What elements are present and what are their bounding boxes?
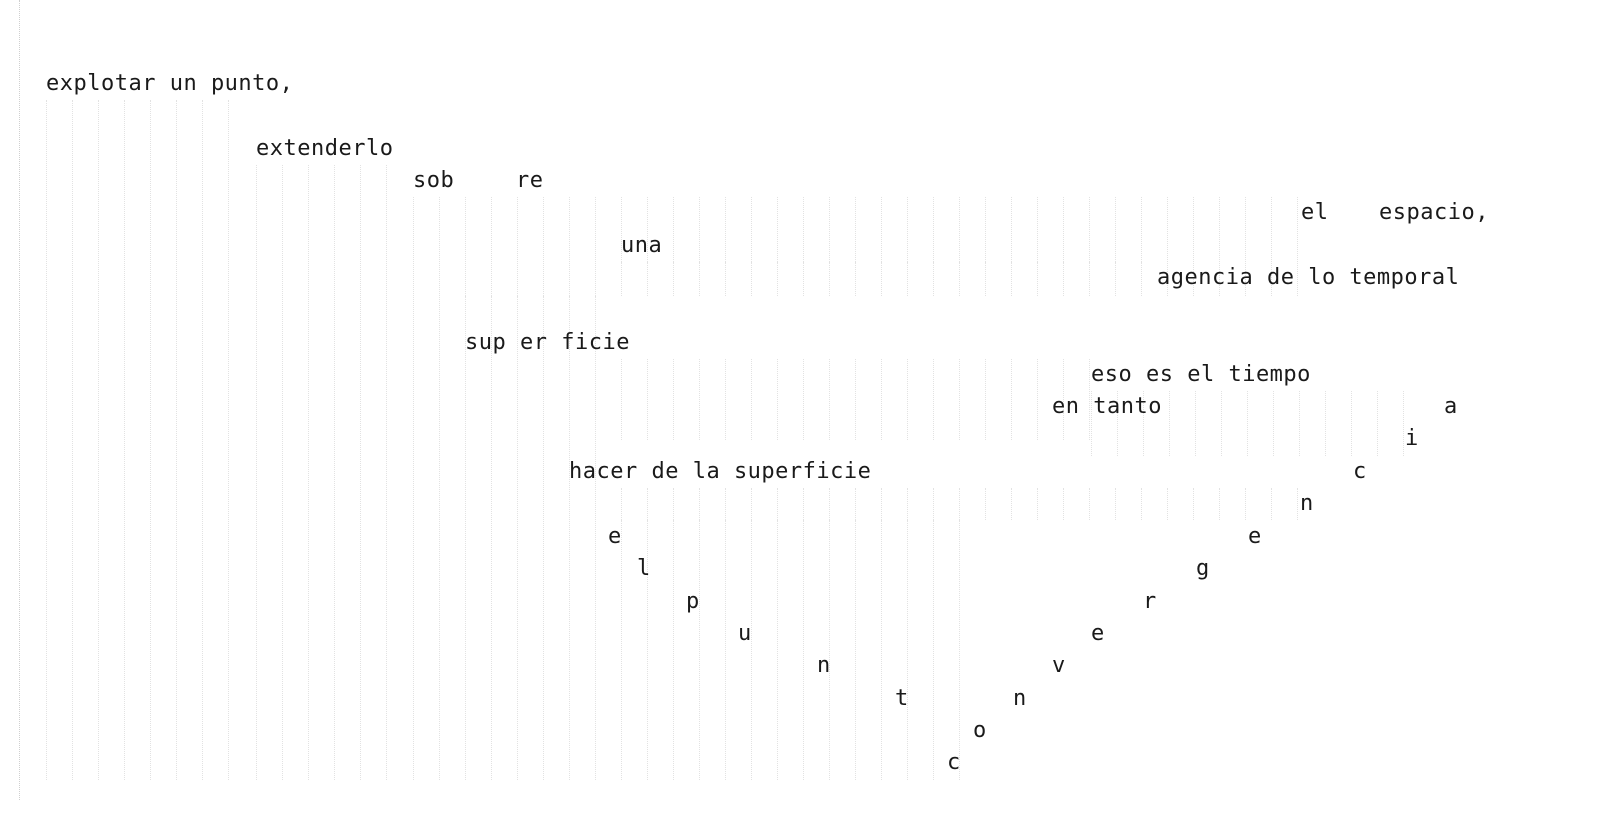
poem-fragment: eso es el tiempo bbox=[1091, 362, 1311, 387]
poem-line: ue bbox=[0, 618, 1600, 650]
poem-line: nv bbox=[0, 650, 1600, 682]
poem-line: pr bbox=[0, 586, 1600, 618]
poem-line: extenderlo bbox=[0, 133, 1600, 165]
poem-fragment: g bbox=[1196, 556, 1210, 581]
poem-line: hacer de la superficie c bbox=[0, 456, 1600, 488]
poem-fragment: r bbox=[1143, 589, 1157, 614]
poem-fragment: a bbox=[1444, 394, 1458, 419]
poem-fragment: el bbox=[1301, 200, 1329, 225]
poem-line: en tanto a bbox=[0, 391, 1600, 423]
poem-canvas: explotar un punto, extenderlo sob re el espac… bbox=[0, 0, 1600, 840]
poem-fragment: c bbox=[947, 750, 961, 775]
poem-fragment: extenderlo bbox=[256, 136, 394, 161]
poem-line: c bbox=[0, 747, 1600, 779]
poem-fragment: n bbox=[1300, 491, 1314, 516]
poem-fragment: re bbox=[516, 168, 544, 193]
poem-fragment: sob bbox=[413, 168, 455, 193]
poem-fragment: en tanto bbox=[1052, 394, 1162, 419]
poem-fragment: e bbox=[1248, 524, 1262, 549]
poem-line: una bbox=[0, 230, 1600, 262]
poem-line: el espacio, bbox=[0, 197, 1600, 229]
poem-fragment: agencia de lo temporal bbox=[1157, 265, 1460, 290]
poem-fragment: n bbox=[817, 653, 831, 678]
poem-line: tn bbox=[0, 683, 1600, 715]
poem-line: n bbox=[0, 488, 1600, 520]
poem-line: eso es el tiempo bbox=[0, 359, 1600, 391]
poem-fragment: u bbox=[738, 621, 752, 646]
poem-fragment: espacio, bbox=[1379, 200, 1489, 225]
poem-fragment: t bbox=[895, 686, 909, 711]
poem-fragment: sup er ficie bbox=[465, 330, 630, 355]
poem-fragment: p bbox=[686, 589, 700, 614]
poem-line: i bbox=[0, 423, 1600, 455]
poem-line: sob re bbox=[0, 165, 1600, 197]
poem-fragment: hacer de la superficie bbox=[569, 459, 872, 484]
poem-fragment: una bbox=[621, 233, 663, 258]
poem-fragment: e bbox=[608, 524, 622, 549]
poem-line: explotar un punto, bbox=[0, 68, 1600, 100]
poem-fragment: e bbox=[1091, 621, 1105, 646]
poem-fragment: v bbox=[1052, 653, 1066, 678]
poem-line: lg bbox=[0, 553, 1600, 585]
poem-fragment: i bbox=[1405, 426, 1419, 451]
poem-fragment: explotar un punto, bbox=[46, 71, 294, 96]
poem-fragment: n bbox=[1013, 686, 1027, 711]
poem-fragment: l bbox=[637, 556, 651, 581]
poem-line: ee bbox=[0, 521, 1600, 553]
poem-line: sup er ficie bbox=[0, 327, 1600, 359]
poem-line: o bbox=[0, 715, 1600, 747]
poem-fragment: c bbox=[1353, 459, 1367, 484]
poem-line: agencia de lo temporal bbox=[0, 262, 1600, 294]
poem-fragment: o bbox=[973, 718, 987, 743]
